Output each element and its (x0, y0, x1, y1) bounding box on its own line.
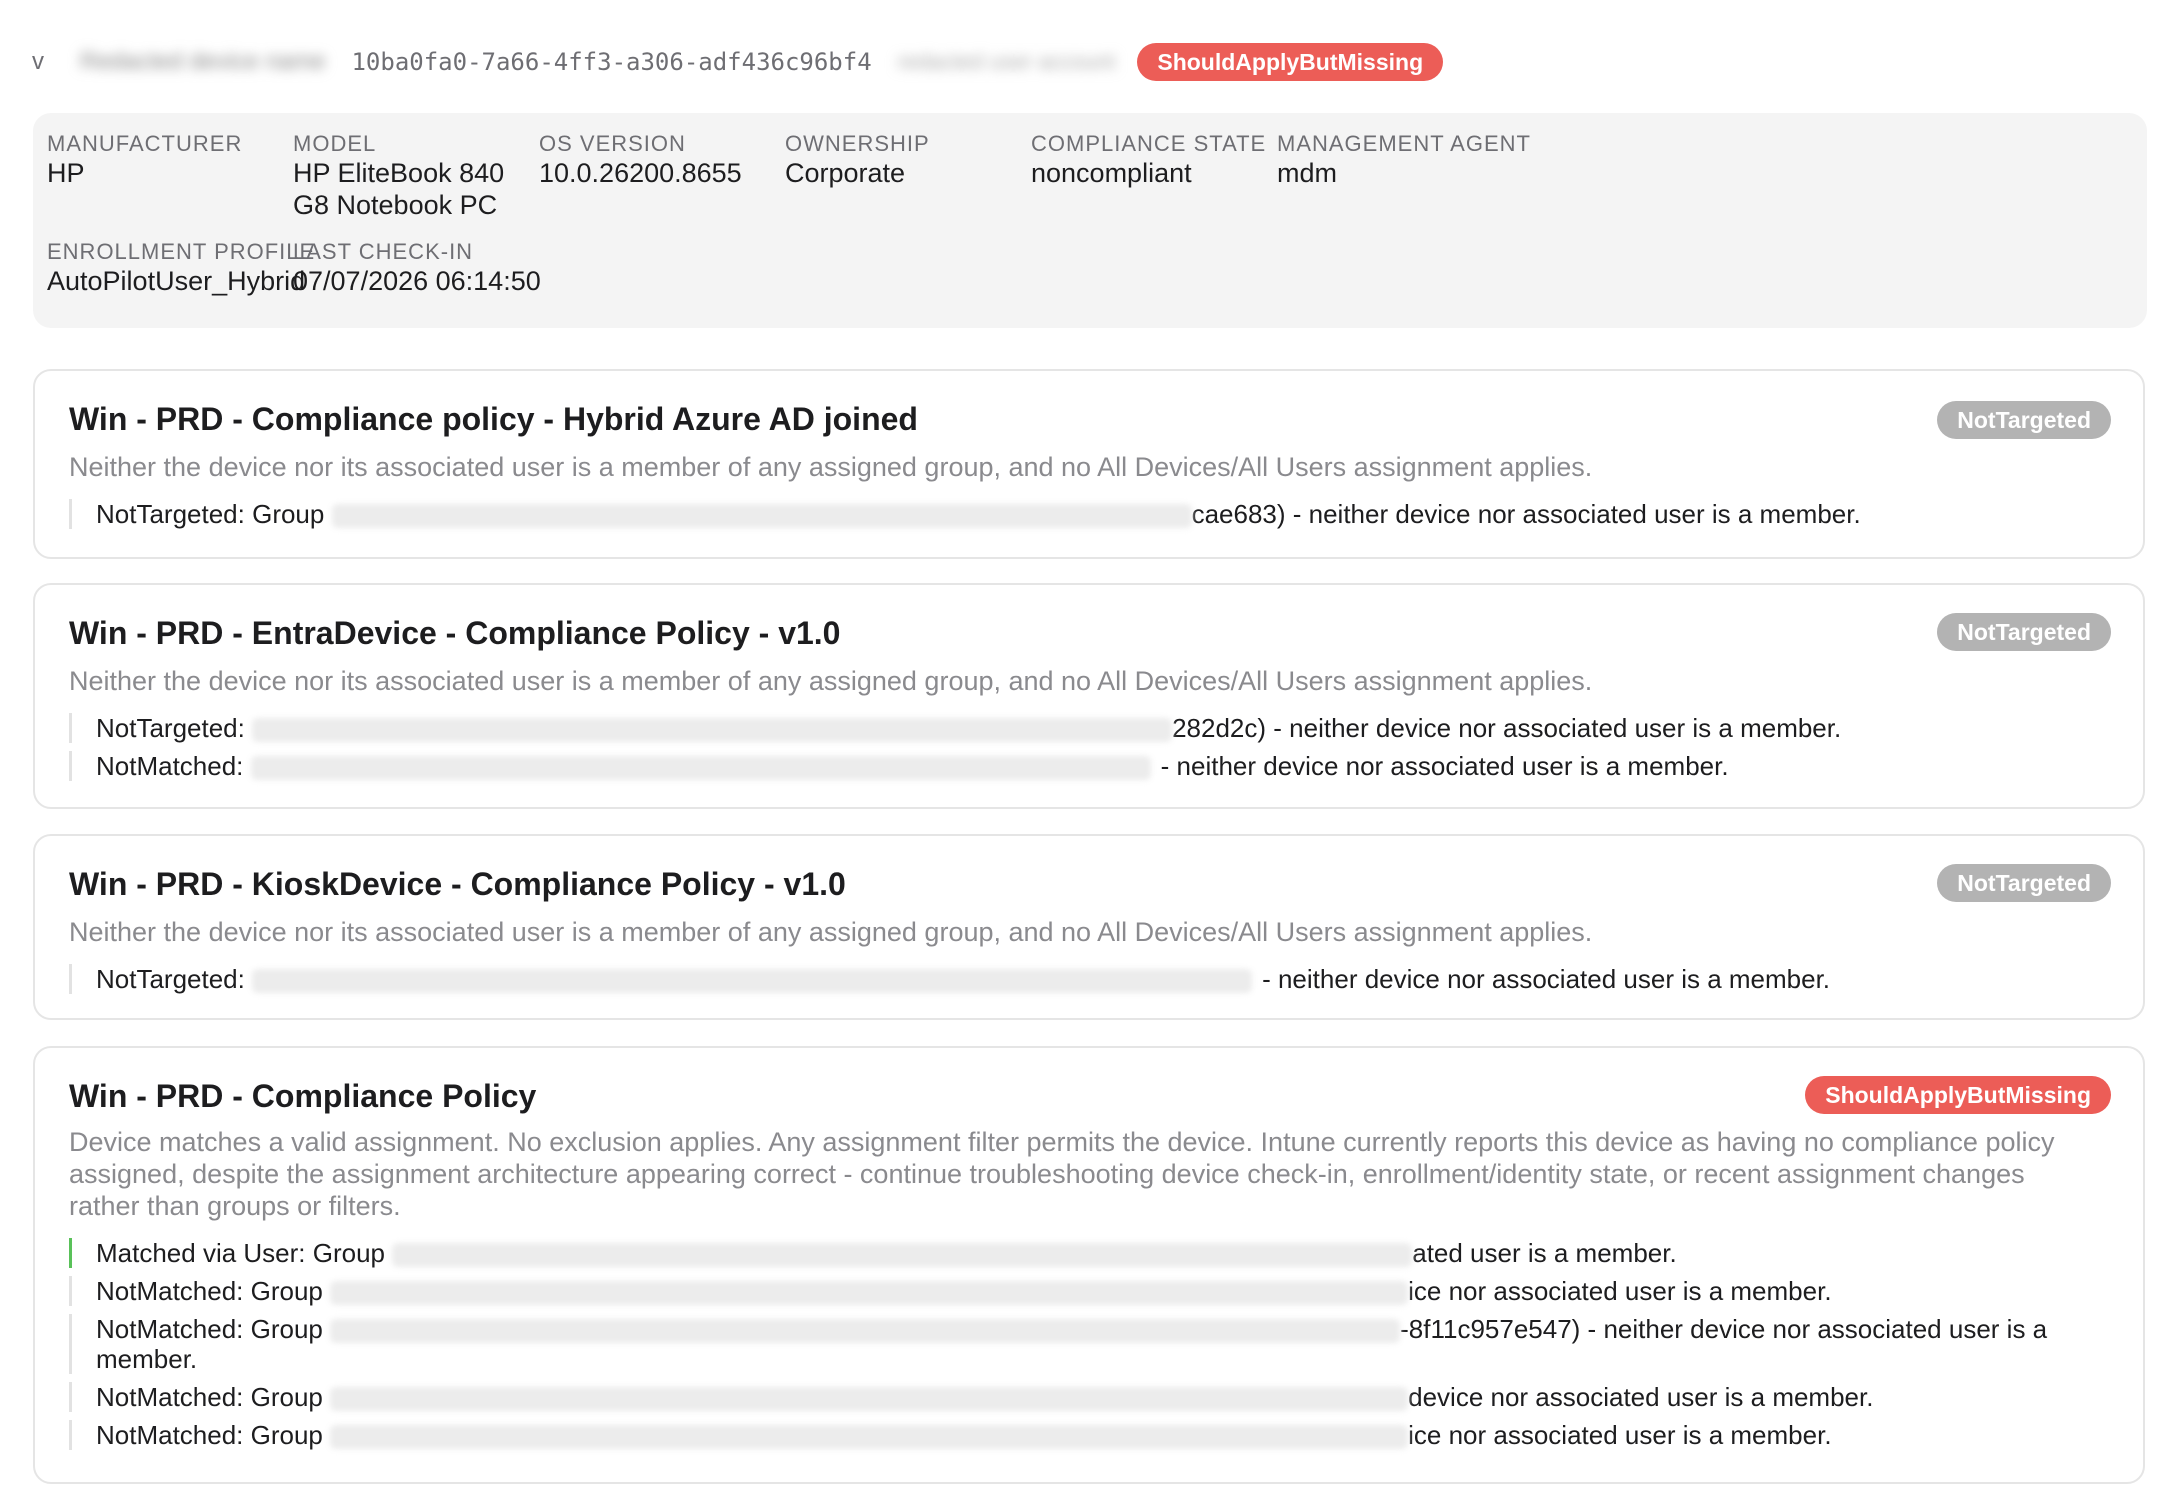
prop-value: 10.0.26200.8655 (539, 158, 742, 188)
reason-suffix: 282d2c) - neither device nor associated … (1172, 713, 1842, 743)
status-badge: NotTargeted (1937, 613, 2111, 651)
reason-row: NotMatched: Group -8f11c957e547) - neith… (69, 1314, 2103, 1374)
device-user: redacted user account (897, 49, 1116, 74)
prop-manufacturer: MANUFACTURER HP (47, 131, 242, 189)
reason-suffix: - neither device nor associated user is … (1262, 964, 1831, 994)
policy-description: Device matches a valid assignment. No ex… (69, 1127, 2055, 1221)
prop-enrollment-profile: ENROLLMENT PROFILE AutoPilotUser_Hybrid (47, 239, 315, 297)
prop-label: OWNERSHIP (785, 131, 930, 156)
policy-card[interactable]: Win - PRD - Compliance policy - Hybrid A… (33, 369, 2145, 559)
prop-os-version: OS VERSION 10.0.26200.8655 (539, 131, 742, 189)
status-badge: NotTargeted (1937, 401, 2111, 439)
policy-description: Neither the device nor its associated us… (69, 917, 1593, 947)
device-id: 10ba0fa0-7a66-4ff3-a306-adf436c96bf4 (351, 48, 872, 76)
reason-suffix: cae683) - neither device nor associated … (1191, 499, 1861, 529)
reason-prefix: NotMatched: Group (96, 1420, 331, 1450)
prop-value: noncompliant (1031, 158, 1192, 188)
redacted-group (392, 1243, 1413, 1268)
prop-value: HP EliteBook 840 G8 Notebook PC (293, 158, 505, 220)
prop-management-agent: MANAGEMENT AGENT mdm (1277, 131, 1531, 189)
prop-label: MODEL (293, 131, 377, 156)
device-name: Redacted device name (80, 48, 326, 75)
redacted-group (252, 969, 1253, 994)
status-badge: ShouldApplyButMissing (1137, 43, 1444, 81)
reason-prefix: NotMatched: Group (96, 1276, 331, 1306)
reason-prefix: NotMatched: Group (96, 1382, 331, 1412)
prop-label: OS VERSION (539, 131, 686, 156)
policy-description: Neither the device nor its associated us… (69, 452, 1593, 482)
redacted-group (330, 1387, 1409, 1412)
prop-compliance-state: COMPLIANCE STATE noncompliant (1031, 131, 1266, 189)
reason-row: NotMatched: Group device nor associated … (69, 1382, 2103, 1412)
reason-prefix: NotMatched: Group (96, 1314, 331, 1344)
reason-row: Matched via User: Group ated user is a m… (69, 1238, 2103, 1268)
prop-value: 07/07/2026 06:14:50 (293, 266, 541, 296)
device-header-row[interactable]: v Redacted device name 10ba0fa0-7a66-4ff… (32, 42, 2148, 82)
reason-row: NotMatched: Group ice nor associated use… (69, 1276, 2103, 1306)
status-badge: ShouldApplyButMissing (1805, 1076, 2111, 1114)
prop-value: Corporate (785, 158, 906, 188)
reason-row: NotTargeted: - neither device nor associ… (69, 964, 2103, 994)
reason-suffix-wrap: member. (96, 1344, 198, 1374)
policy-card[interactable]: Win - PRD - KioskDevice - Compliance Pol… (33, 834, 2145, 1020)
redacted-group (330, 1281, 1409, 1306)
reason-row: NotTargeted: Group cae683) - neither dev… (69, 499, 2103, 529)
reason-prefix: NotTargeted: Group (96, 499, 332, 529)
reason-row: NotMatched: - neither device nor associa… (69, 751, 2103, 781)
reason-suffix: ated user is a member. (1412, 1238, 1677, 1268)
status-badge: NotTargeted (1937, 864, 2111, 902)
reason-suffix: ice nor associated user is a member. (1408, 1276, 1832, 1306)
policy-title: Win - PRD - Compliance Policy (69, 1078, 537, 1114)
reason-row: NotTargeted: 282d2c) - neither device no… (69, 713, 2103, 743)
redacted-group (250, 756, 1151, 781)
reason-suffix: -8f11c957e547) - neither device nor asso… (1400, 1314, 2048, 1344)
device-compliance-view: v Redacted device name 10ba0fa0-7a66-4ff… (0, 0, 2180, 1490)
policy-title: Win - PRD - EntraDevice - Compliance Pol… (69, 615, 841, 651)
prop-label: ENROLLMENT PROFILE (47, 239, 316, 264)
policy-title: Win - PRD - KioskDevice - Compliance Pol… (69, 866, 846, 902)
policy-description: Neither the device nor its associated us… (69, 666, 1593, 696)
prop-value: HP (47, 158, 85, 188)
reason-prefix: Matched via User: Group (96, 1238, 393, 1268)
prop-value: mdm (1277, 158, 1337, 188)
policy-title: Win - PRD - Compliance policy - Hybrid A… (69, 401, 918, 437)
redacted-group (330, 1319, 1401, 1344)
reason-prefix: NotTargeted: (96, 964, 253, 994)
prop-model: MODEL HP EliteBook 840 G8 Notebook PC (293, 131, 533, 221)
prop-label: LAST CHECK-IN (293, 239, 474, 264)
prop-ownership: OWNERSHIP Corporate (785, 131, 930, 189)
reason-suffix: ice nor associated user is a member. (1408, 1420, 1832, 1450)
prop-value: AutoPilotUser_Hybrid (47, 266, 306, 296)
reason-row: NotMatched: Group ice nor associated use… (69, 1420, 2103, 1450)
reason-prefix: NotTargeted: (96, 713, 253, 743)
chevron-down-icon[interactable]: v (32, 48, 54, 76)
prop-label: COMPLIANCE STATE (1031, 131, 1267, 156)
prop-label: MANAGEMENT AGENT (1277, 131, 1531, 156)
device-properties-panel: MANUFACTURER HP MODEL HP EliteBook 840 G… (33, 113, 2147, 328)
reason-suffix: - neither device nor associated user is … (1160, 751, 1729, 781)
redacted-group (331, 504, 1192, 529)
redacted-group (252, 718, 1173, 743)
prop-last-checkin: LAST CHECK-IN 07/07/2026 06:14:50 (293, 239, 541, 297)
reason-suffix: device nor associated user is a member. (1408, 1382, 1874, 1412)
prop-label: MANUFACTURER (47, 131, 243, 156)
redacted-group (330, 1425, 1409, 1450)
policy-card[interactable]: Win - PRD - Compliance Policy ShouldAppl… (33, 1046, 2145, 1484)
policy-card[interactable]: Win - PRD - EntraDevice - Compliance Pol… (33, 583, 2145, 809)
reason-prefix: NotMatched: (96, 751, 251, 781)
